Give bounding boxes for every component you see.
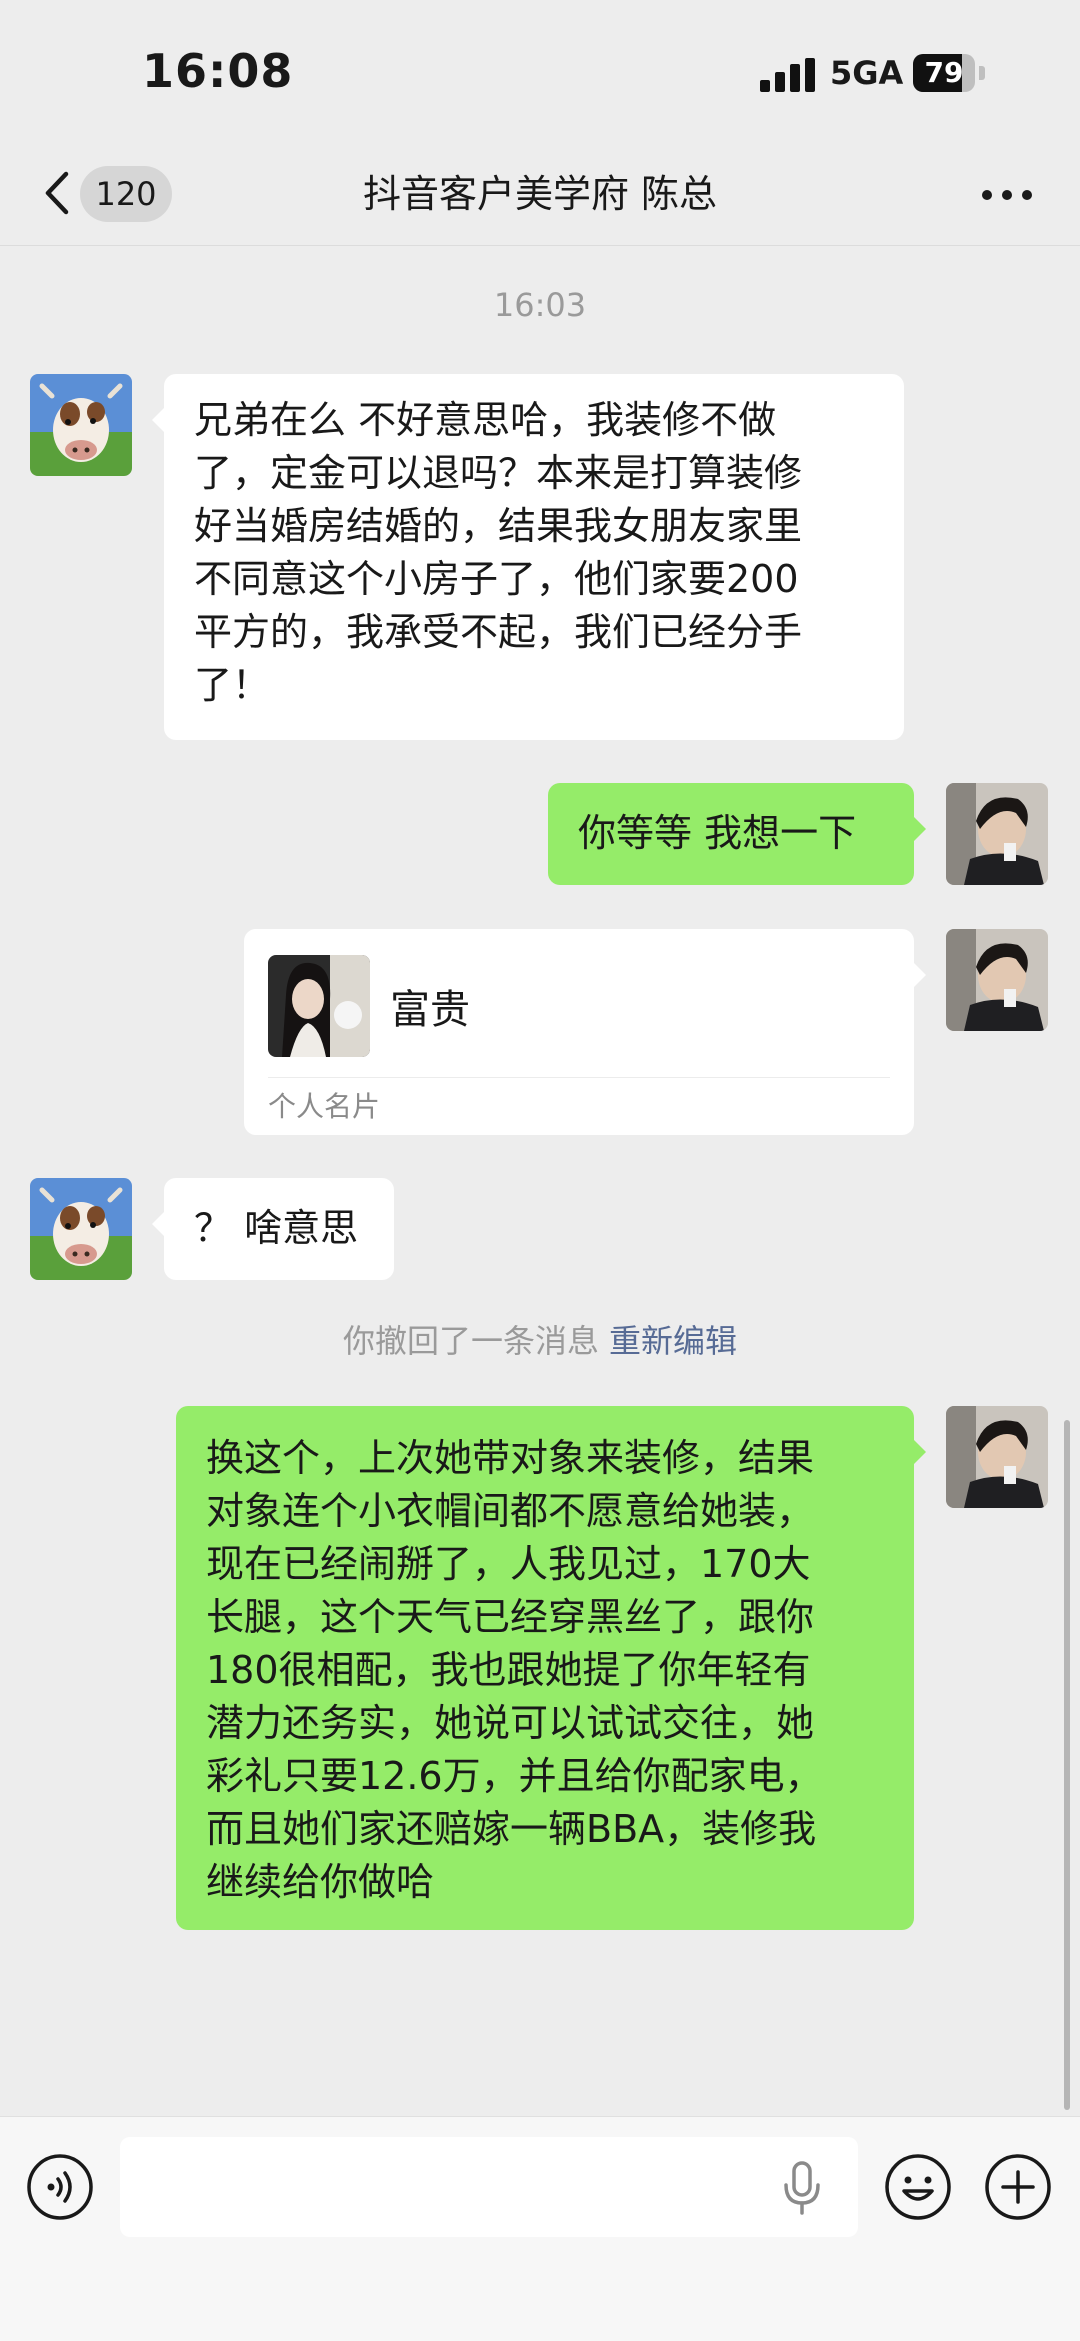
message-timestamp: 16:03 — [493, 286, 587, 324]
status-time: 16:08 — [142, 44, 294, 98]
message-line: 好当婚房结婚的，结果我女朋友家里 — [194, 504, 803, 548]
message-bubble-self[interactable]: 换这个，上次她带对象来装修，结果 对象连个小衣帽间都不愿意给她装， 现在已经闹掰… — [176, 1406, 926, 1930]
message-line: 对象连个小衣帽间都不愿意给她装， — [206, 1489, 815, 1533]
voice-mode-icon[interactable] — [26, 2153, 94, 2221]
self-avatar[interactable] — [946, 929, 1048, 1031]
re-edit-link[interactable]: 重新编辑 — [609, 1322, 737, 1360]
battery-level: 79 — [924, 56, 964, 89]
microphone-icon[interactable] — [780, 2161, 824, 2215]
message-line: 现在已经闹掰了，人我见过，170大 — [206, 1542, 811, 1586]
message-line: 继续给你做哈 — [206, 1860, 435, 1904]
input-bar — [0, 2116, 1080, 2341]
chat-header: 抖音客户美学府 陈总 120 — [0, 140, 1080, 246]
chevron-left-icon[interactable] — [38, 168, 78, 218]
plus-icon[interactable] — [984, 2153, 1052, 2221]
message-bubble-contact[interactable]: 兄弟在么 不好意思哈，我装修不做 了，定金可以退吗？本来是打算装修 好当婚房结婚… — [152, 374, 904, 740]
message-line: 了！ — [194, 663, 271, 707]
message-line: 兄弟在么 不好意思哈，我装修不做 — [194, 398, 777, 442]
battery-icon: 79 — [913, 54, 975, 92]
contact-card[interactable]: 富贵 个人名片 — [244, 929, 926, 1135]
message-line: 平方的，我承受不起，我们已经分手 — [194, 610, 803, 654]
message-line: 而且她们家还赔嫁一辆BBA，装修我 — [206, 1807, 817, 1851]
message-input[interactable] — [120, 2137, 858, 2237]
contact-avatar[interactable] — [30, 374, 132, 476]
unread-count-badge[interactable]: 120 — [80, 166, 172, 222]
message-bubble-contact[interactable]: ？ 啥意思 — [152, 1178, 394, 1280]
card-avatar — [268, 955, 370, 1057]
network-type: 5GA — [830, 54, 904, 92]
status-bar: 16:08 5GA 79 — [0, 0, 1080, 140]
card-divider — [268, 1077, 890, 1078]
emoji-icon[interactable] — [884, 2153, 952, 2221]
signal-icon — [760, 58, 816, 92]
message-text: ？ 啥意思 — [194, 1206, 359, 1250]
message-text: 你等等 我想一下 — [578, 811, 857, 855]
message-line: 潜力还务实，她说可以试试交往，她 — [206, 1701, 815, 1745]
message-line: 了，定金可以退吗？本来是打算装修 — [194, 451, 803, 495]
contact-avatar[interactable] — [30, 1178, 132, 1280]
card-name: 富贵 — [390, 987, 470, 1033]
card-type-label: 个人名片 — [268, 1090, 381, 1123]
chat-scrollbar[interactable] — [1064, 1420, 1070, 2110]
message-line: 长腿，这个天气已经穿黑丝了，跟你 — [206, 1595, 815, 1639]
self-avatar[interactable] — [946, 783, 1048, 885]
message-line: 不同意这个小房子了，他们家要200 — [194, 557, 799, 601]
battery-tip — [979, 66, 985, 80]
self-avatar[interactable] — [946, 1406, 1048, 1508]
recall-notice: 你撤回了一条消息 重新编辑 — [0, 1316, 1080, 1362]
ellipsis-icon[interactable] — [982, 188, 1032, 202]
message-line: 180很相配，我也跟她提了你年轻有 — [206, 1648, 811, 1692]
recall-text: 你撤回了一条消息 — [342, 1322, 599, 1360]
message-bubble-self[interactable]: 你等等 我想一下 — [548, 783, 926, 885]
message-line: 彩礼只要12.6万，并且给你配家电， — [206, 1754, 823, 1798]
message-line: 换这个，上次她带对象来装修，结果 — [206, 1436, 815, 1480]
